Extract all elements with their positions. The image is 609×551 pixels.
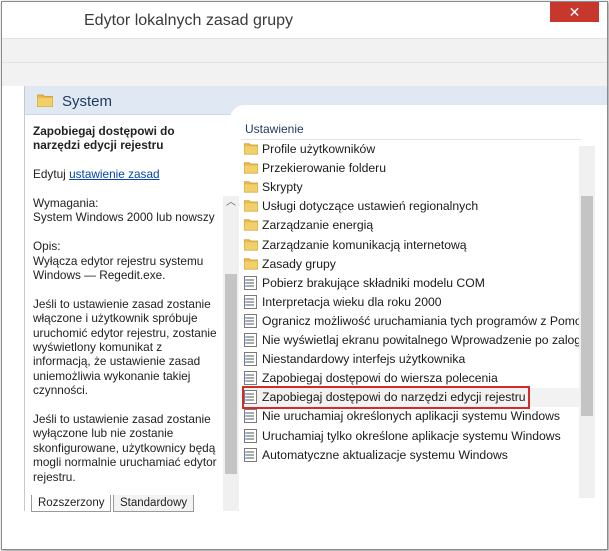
toolbar (2, 62, 607, 87)
policy-icon (244, 447, 258, 462)
edit-prefix: Edytuj (33, 167, 66, 182)
item-label: Nie wyświetlaj ekranu powitalnego Wprowa… (262, 333, 579, 347)
folder-icon (243, 180, 259, 194)
description-scrollbar[interactable]: ︿ ﹀ (223, 196, 239, 549)
close-icon: ✕ (568, 4, 581, 20)
item-label: Uruchamiaj tylko określone aplikacje sys… (262, 428, 561, 443)
content-pane: System Zapobiegaj dostępowi do narzędzi … (25, 86, 607, 549)
selection-highlight (242, 386, 530, 410)
list-scroll-thumb[interactable] (581, 196, 593, 416)
folder-icon (243, 161, 259, 175)
item-label: Zarządzanie komunikacją internetową (262, 237, 467, 252)
policy-icon (244, 275, 258, 290)
policy-title: Zapobiegaj dostępowi do narzędzi edycji … (33, 124, 175, 153)
policy-icon (244, 352, 258, 367)
section-title: System (62, 93, 113, 110)
item-label: Interpretacja wieku dla roku 2000 (262, 294, 442, 309)
edit-policy-link[interactable]: ustawienie zasad (69, 167, 160, 181)
edit-line: Edytuj ustawienie zasad (33, 167, 219, 181)
item-label: Skrypty (262, 180, 303, 195)
tab-standard[interactable]: Standardowy (113, 495, 195, 512)
policy-item[interactable]: Nie uruchamiaj określonych aplikacji sys… (242, 407, 579, 426)
policy-icon (244, 313, 258, 328)
item-label: Zasady grupy (262, 256, 336, 271)
policy-icon (244, 409, 258, 424)
policy-item[interactable]: Uruchamiaj tylko określone aplikacje sys… (242, 427, 579, 446)
tab-extended[interactable]: Rozszerzony (31, 495, 112, 512)
item-label: Przekierowanie folderu (262, 161, 386, 176)
description-pane: Zapobiegaj dostępowi do narzędzi edycji … (25, 114, 225, 494)
title-bar: Edytor lokalnych zasad grupy ✕ (2, 2, 607, 38)
policy-item[interactable]: Interpretacja wieku dla roku 2000 (242, 293, 579, 312)
item-label: Usługi dotyczące ustawień regionalnych (262, 199, 479, 214)
scroll-up-icon[interactable]: ︿ (223, 196, 239, 210)
column-header-setting[interactable]: Ustawienie (241, 119, 581, 140)
folder-item[interactable]: Skrypty (242, 178, 579, 197)
description-opis: Opis: Wyłącza edytor rejestru systemu Win… (33, 239, 219, 282)
folder-item[interactable]: Zasady grupy (242, 255, 579, 274)
policy-item[interactable]: Pobierz brakujące składniki modelu COM (242, 274, 579, 293)
folder-item[interactable]: Profile użytkowników (242, 140, 579, 159)
view-tabs: Rozszerzony Standardowy (25, 495, 225, 513)
scroll-thumb[interactable] (225, 274, 237, 474)
folder-icon (243, 142, 259, 156)
item-label: Nie uruchamiaj określonych aplikacji sys… (262, 409, 561, 424)
folder-item[interactable]: Przekierowanie folderu (242, 159, 579, 178)
description-para1: Jeśli to ustawienie zasad zostanie włącz… (33, 296, 217, 398)
folder-icon (243, 199, 259, 213)
menu-bar (2, 38, 607, 62)
policy-item[interactable]: Ogranicz możliwość uruchamiania tych pro… (242, 312, 579, 331)
app-window: Edytor lokalnych zasad grupy ✕ System Za… (1, 1, 608, 550)
folder-icon (243, 238, 259, 252)
column-header-label: Ustawienie (245, 122, 304, 136)
description-para2: Jeśli to ustawienie zasad zostanie wyłąc… (33, 412, 217, 484)
folder-item[interactable]: Zarządzanie komunikacją internetową (242, 236, 579, 255)
policy-icon (244, 371, 258, 386)
item-label: Automatyczne aktualizacje systemu Window… (262, 447, 508, 462)
folder-icon (37, 94, 53, 107)
requirements: Wymagania: System Windows 2000 lub nowszy (33, 196, 219, 225)
folder-icon (243, 257, 259, 271)
requirements-value: System Windows 2000 lub nowszy (33, 210, 215, 225)
item-label: Zapobiegaj dostępowi do wiersza poleceni… (262, 371, 498, 386)
item-label: Profile użytkowników (262, 142, 376, 156)
requirements-label: Wymagania: (33, 196, 99, 210)
settings-list: Profile użytkowników Przekierowanie folde… (242, 140, 579, 495)
tree-pane (2, 86, 25, 511)
close-button[interactable]: ✕ (550, 2, 599, 22)
item-label: Zarządzanie energią (262, 218, 374, 233)
folder-icon (243, 218, 259, 232)
status-area (2, 511, 607, 549)
item-label: Ogranicz możliwość uruchamiania tych pro… (262, 313, 579, 328)
list-scrollbar[interactable] (579, 146, 595, 498)
window-title: Edytor lokalnych zasad grupy (84, 12, 293, 29)
folder-item[interactable]: Usługi dotyczące ustawień regionalnych (242, 197, 579, 216)
policy-item[interactable]: Automatyczne aktualizacje systemu Window… (242, 446, 579, 465)
folder-item[interactable]: Zarządzanie energią (242, 216, 579, 235)
item-label: Niestandardowy interfejs użytkownika (262, 352, 466, 367)
item-label: Pobierz brakujące składniki modelu COM (262, 275, 485, 290)
opis-text: Wyłącza edytor rejestru systemu Windows … (33, 253, 204, 283)
policy-item[interactable]: Nie wyświetlaj ekranu powitalnego Wprowa… (242, 331, 579, 350)
policy-item[interactable]: Niestandardowy interfejs użytkownika (242, 350, 579, 369)
policy-icon (244, 428, 258, 443)
policy-icon (244, 294, 258, 309)
opis-label: Opis: (33, 239, 61, 254)
policy-icon (244, 333, 258, 347)
